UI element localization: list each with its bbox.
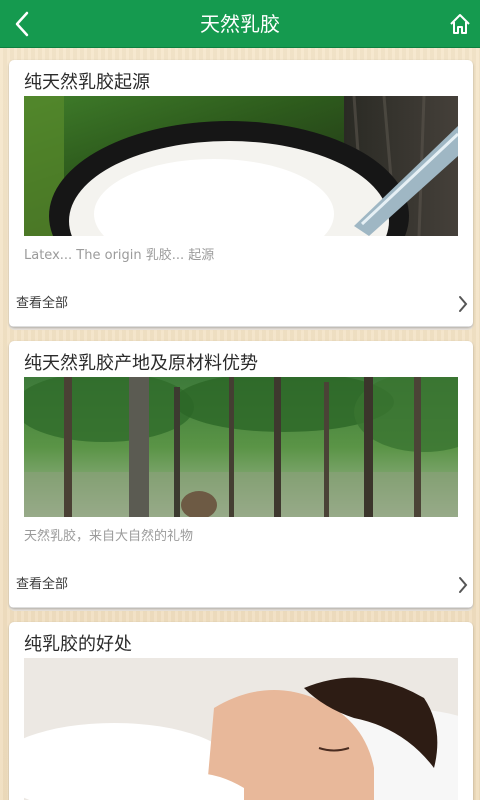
chevron-right-icon (459, 296, 468, 312)
app-header: 天然乳胶 (0, 0, 480, 48)
article-title: 纯天然乳胶产地及原材料优势 (24, 353, 258, 374)
home-icon (450, 14, 470, 34)
page-title: 天然乳胶 (200, 12, 280, 36)
article-card[interactable]: 纯乳胶的好处 (9, 622, 473, 800)
view-all-link[interactable]: 查看全部 (16, 292, 68, 311)
article-image (24, 377, 458, 517)
latex-tapping-cup-photo (24, 96, 458, 236)
home-button[interactable] (444, 6, 476, 42)
girl-sleeping-on-pillow-photo (24, 658, 458, 800)
article-title: 纯天然乳胶起源 (24, 72, 150, 93)
card-divider (9, 326, 473, 327)
article-caption: 天然乳胶，来自大自然的礼物 (24, 529, 194, 544)
rubber-tree-forest-photo (24, 377, 458, 517)
view-all-link[interactable]: 查看全部 (16, 573, 68, 592)
article-title: 纯乳胶的好处 (24, 634, 132, 655)
article-caption: Latex... The origin 乳胶... 起源 (24, 248, 215, 263)
article-card[interactable]: 纯天然乳胶起源 Latex... The origin 乳胶... 起源 查看全… (9, 60, 473, 327)
article-image (24, 96, 458, 236)
chevron-right-icon (459, 577, 468, 593)
article-card[interactable]: 纯天然乳胶产地及原材料优势 天然乳胶，来自大自然的礼物 查看全部 (9, 341, 473, 608)
article-image (24, 658, 458, 800)
card-divider (9, 607, 473, 608)
article-list: 纯天然乳胶起源 Latex... The origin 乳胶... 起源 查看全… (0, 48, 480, 800)
